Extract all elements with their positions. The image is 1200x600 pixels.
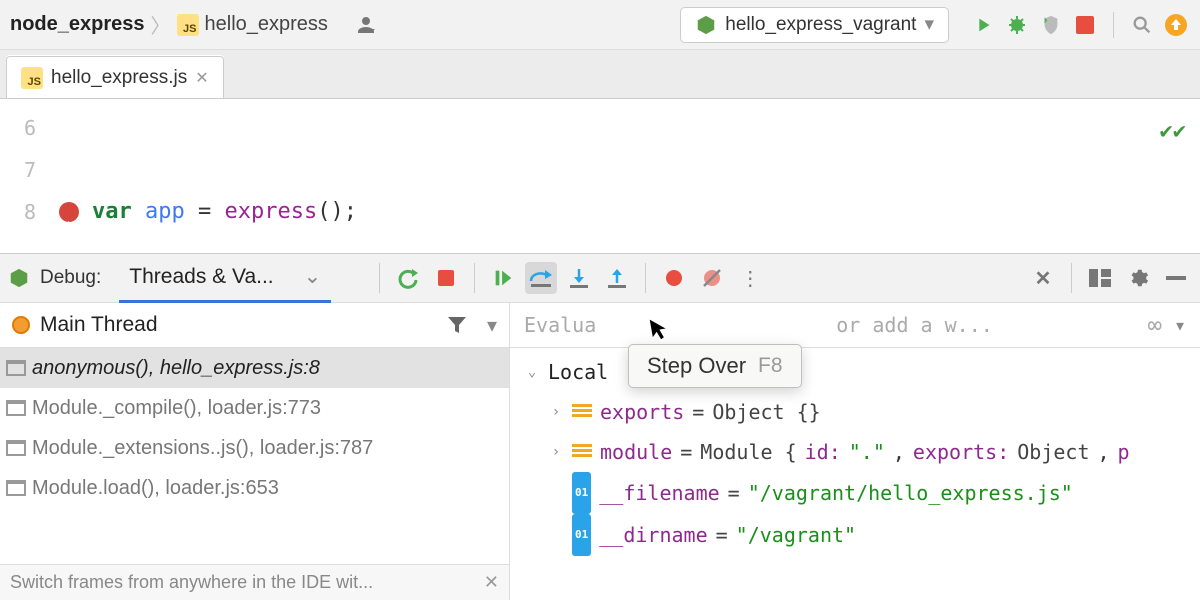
js-file-icon: JS (177, 14, 199, 36)
collapse-icon: ⌄ (524, 352, 540, 392)
variable-row[interactable]: 01 __dirname = "/vagrant" (518, 514, 1200, 556)
evaluate-expression-input[interactable]: Evalua or add a w... ∞ ▾ (510, 303, 1200, 347)
code-editor[interactable]: 6 7 8 var app = express(); app.get('/', … (0, 98, 1200, 253)
variable-row[interactable]: › exports = Object {} (518, 392, 1200, 432)
frame-icon (6, 440, 26, 456)
breadcrumb-project[interactable]: node_express (10, 13, 145, 36)
stop-icon[interactable] (430, 262, 462, 294)
separator (1113, 12, 1114, 38)
editor-tab[interactable]: JS hello_express.js ✕ (6, 56, 224, 98)
js-file-icon: JS (21, 67, 43, 89)
user-icon[interactable] (352, 11, 380, 39)
thread-status-icon (12, 316, 30, 334)
filter-icon[interactable] (447, 316, 467, 334)
more-icon[interactable]: ⋮ (734, 262, 766, 294)
thread-name: Main Thread (40, 313, 158, 337)
close-icon[interactable]: ✕ (484, 572, 499, 593)
inspection-ok-icon[interactable]: ✔✔ (1160, 119, 1187, 144)
breadcrumb-file[interactable]: hello_express (205, 13, 328, 36)
breadcrumb[interactable]: node_express 〉 JS hello_express (10, 10, 328, 39)
step-into-icon[interactable] (563, 262, 595, 294)
run-button[interactable] (969, 11, 997, 39)
tooltip: Step Over F8 (628, 344, 802, 388)
scope-row[interactable]: ⌄Local (518, 352, 1200, 392)
variable-row[interactable]: › module = Module {id: ".", exports: Obj… (518, 432, 1200, 472)
chevron-down-icon[interactable]: ▾ (487, 313, 497, 338)
run-configuration-selector[interactable]: hello_express_vagrant ▾ (680, 7, 949, 43)
debug-label: Debug: (40, 267, 101, 289)
tooltip-label: Step Over (647, 353, 746, 379)
gear-icon[interactable] (1122, 262, 1154, 294)
search-icon[interactable] (1128, 11, 1156, 39)
editor-tab-bar: JS hello_express.js ✕ (0, 50, 1200, 98)
variables-tree[interactable]: ⌄Local › exports = Object {} › module = … (510, 348, 1200, 556)
view-breakpoints-icon[interactable] (658, 262, 690, 294)
close-icon[interactable]: ✕ (1027, 262, 1059, 294)
line-numbers: 6 7 8 (0, 99, 46, 253)
glasses-icon[interactable]: ∞ (1148, 311, 1158, 339)
stack-frame[interactable]: Module._compile(), loader.js:773 (0, 388, 509, 428)
main-toolbar: node_express 〉 JS hello_express hello_ex… (0, 0, 1200, 50)
debug-button[interactable] (1003, 11, 1031, 39)
coverage-icon[interactable] (1037, 11, 1065, 39)
stack-frame[interactable]: Module.load(), loader.js:653 (0, 468, 509, 508)
editor-tab-label: hello_express.js (51, 67, 187, 89)
nodejs-icon (8, 267, 30, 289)
close-icon[interactable]: ✕ (195, 68, 208, 88)
nodejs-icon (695, 14, 717, 36)
frame-icon (6, 480, 26, 496)
debug-panel: Main Thread ▾ anonymous(), hello_express… (0, 303, 1200, 600)
tooltip-shortcut: F8 (758, 354, 783, 378)
update-icon[interactable] (1162, 11, 1190, 39)
step-out-icon[interactable] (601, 262, 633, 294)
chevron-right-icon: 〉 (151, 10, 171, 39)
expand-icon: › (548, 432, 564, 472)
thread-row[interactable]: Main Thread ▾ (0, 303, 509, 347)
layout-icon[interactable] (1084, 262, 1116, 294)
mute-breakpoints-icon[interactable] (696, 262, 728, 294)
frame-icon (6, 360, 26, 376)
hint-bar: Switch frames from anywhere in the IDE w… (0, 564, 509, 600)
breakpoint-gutter[interactable] (46, 99, 92, 253)
minimize-icon[interactable] (1160, 262, 1192, 294)
frame-icon (6, 400, 26, 416)
resume-icon[interactable] (487, 262, 519, 294)
stack-frame[interactable]: Module._extensions..js(), loader.js:787 (0, 428, 509, 468)
breakpoint-icon[interactable] (59, 202, 79, 222)
expand-icon: › (548, 392, 564, 432)
object-icon (572, 404, 592, 420)
mouse-cursor-icon (648, 314, 672, 343)
string-icon: 01 (572, 514, 591, 556)
run-config-name: hello_express_vagrant (725, 14, 916, 36)
stop-button[interactable] (1071, 11, 1099, 39)
variable-row[interactable]: 01 __filename = "/vagrant/hello_express.… (518, 472, 1200, 514)
debug-toolbar: Debug: Threads & Va...⌄ ⋮ ✕ (0, 253, 1200, 303)
chevron-down-icon[interactable]: ⌄ (304, 264, 322, 289)
step-over-icon[interactable] (525, 262, 557, 294)
code-area[interactable]: var app = express(); app.get('/', functi… (92, 99, 1200, 253)
stack-frames[interactable]: anonymous(), hello_express.js:8 Module._… (0, 348, 509, 564)
rerun-icon[interactable] (392, 262, 424, 294)
variables-panel: Evalua or add a w... ∞ ▾ ⌄Local › export… (510, 303, 1200, 600)
object-icon (572, 444, 592, 460)
debug-tab-threads[interactable]: Threads & Va...⌄ (119, 253, 331, 303)
chevron-down-icon[interactable]: ▾ (1174, 313, 1186, 337)
frames-panel: Main Thread ▾ anonymous(), hello_express… (0, 303, 510, 600)
string-icon: 01 (572, 472, 591, 514)
stack-frame[interactable]: anonymous(), hello_express.js:8 (0, 348, 509, 388)
chevron-down-icon: ▾ (924, 13, 934, 36)
